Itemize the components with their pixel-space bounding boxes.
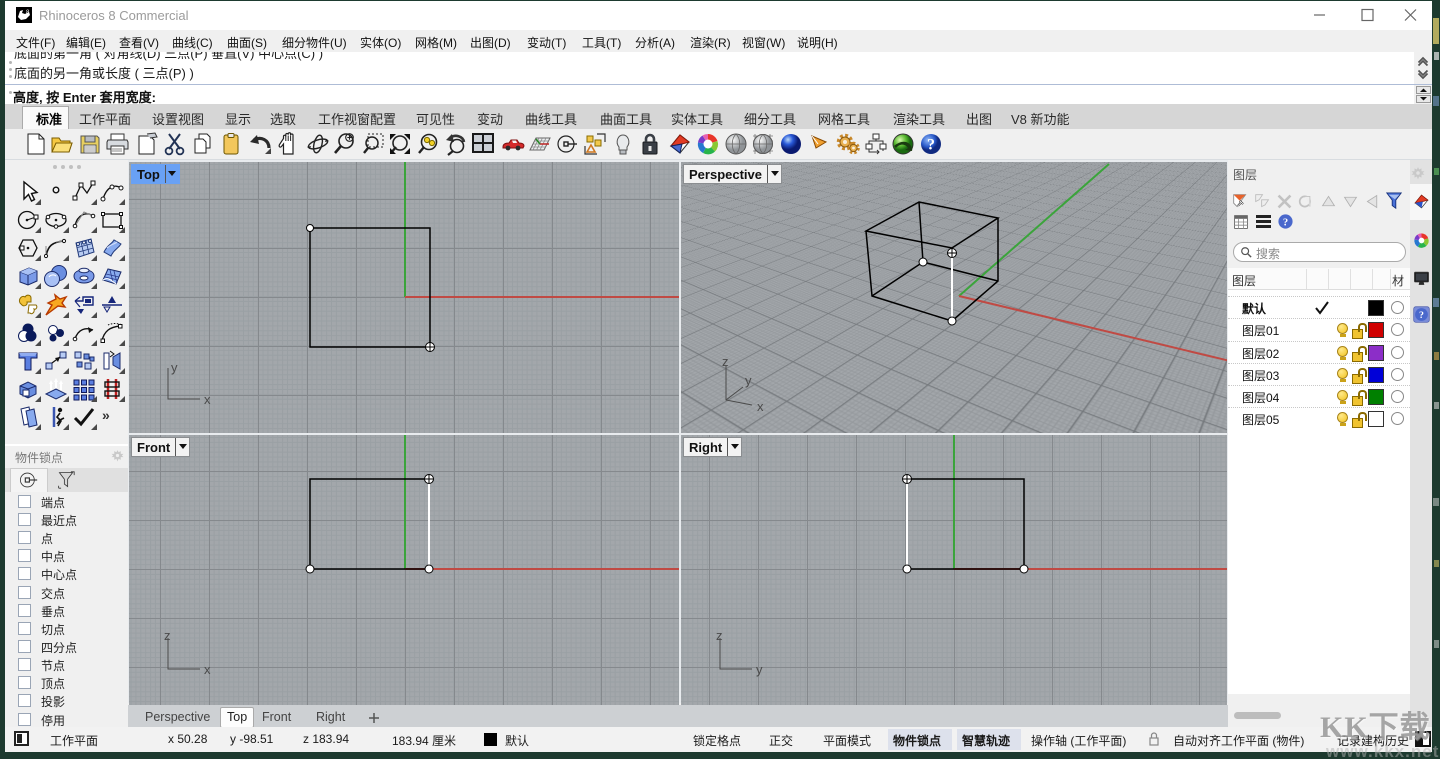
svg-text:x: x	[204, 662, 211, 677]
svg-text:z: z	[716, 628, 723, 643]
svg-text:z: z	[722, 358, 729, 369]
svg-text:?: ?	[927, 137, 935, 154]
svg-text:y: y	[745, 373, 752, 388]
svg-text:?: ?	[1419, 310, 1424, 321]
svg-text:x: x	[204, 392, 211, 407]
svg-text:?: ?	[1283, 217, 1288, 228]
svg-text:z: z	[164, 628, 171, 643]
svg-text:y: y	[171, 360, 178, 375]
svg-text:y: y	[756, 662, 763, 677]
svg-text:x: x	[757, 399, 764, 414]
